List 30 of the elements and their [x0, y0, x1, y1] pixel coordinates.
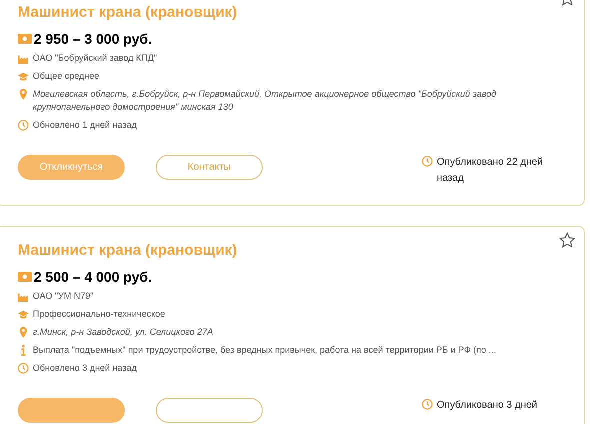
updated-text: Обновлено 3 дней назад	[33, 362, 137, 375]
clock-icon	[422, 156, 433, 167]
clock-icon	[18, 120, 29, 131]
map-pin-icon	[18, 89, 29, 100]
map-pin-icon	[18, 327, 29, 338]
education-text: Общее среднее	[33, 70, 100, 83]
salary: 2 950 – 3 000 руб.	[34, 30, 152, 48]
location-text: Могилевская область, г.Бобруйск, р-н Первомайский, Открытое акционерное общество "Бобруйский завод крупнопанельного домостроения" минская 130	[33, 88, 498, 114]
respond-button[interactable]: Откликнуться	[18, 155, 125, 180]
banknote-icon	[18, 272, 32, 282]
clock-icon	[422, 399, 433, 410]
contacts-button[interactable]: Контакты	[156, 155, 263, 180]
clock-icon	[18, 363, 29, 374]
factory-icon	[18, 53, 29, 64]
banknote-icon	[18, 34, 32, 44]
factory-icon	[18, 291, 29, 302]
company-text: ОАО "УМ N79"	[33, 290, 94, 303]
graduation-cap-icon	[18, 71, 29, 82]
info-text: Выплата "подъемных" при трудоустройстве, без вредных привычек, работа на всей территории РБ и РФ (по ...	[33, 344, 496, 357]
education-text: Профессионально-техническое	[33, 308, 166, 321]
location-text: г.Минск, р-н Заводской, ул. Селицкого 27А	[33, 326, 214, 339]
graduation-cap-icon	[18, 309, 29, 320]
vacancy-title[interactable]: Машинист крана (крановщик)	[18, 241, 568, 261]
salary: 2 500 – 4 000 руб.	[34, 268, 152, 286]
vacancy-title[interactable]: Машинист крана (крановщик)	[18, 3, 568, 23]
published-text: Опубликовано 22 дней назад	[437, 156, 544, 186]
published-text: Опубликовано 3 дней	[437, 399, 538, 413]
updated-text: Обновлено 1 дней назад	[33, 119, 137, 132]
star-icon[interactable]	[559, 232, 576, 249]
company-text: ОАО "Бобруйский завод КПД"	[33, 52, 158, 65]
